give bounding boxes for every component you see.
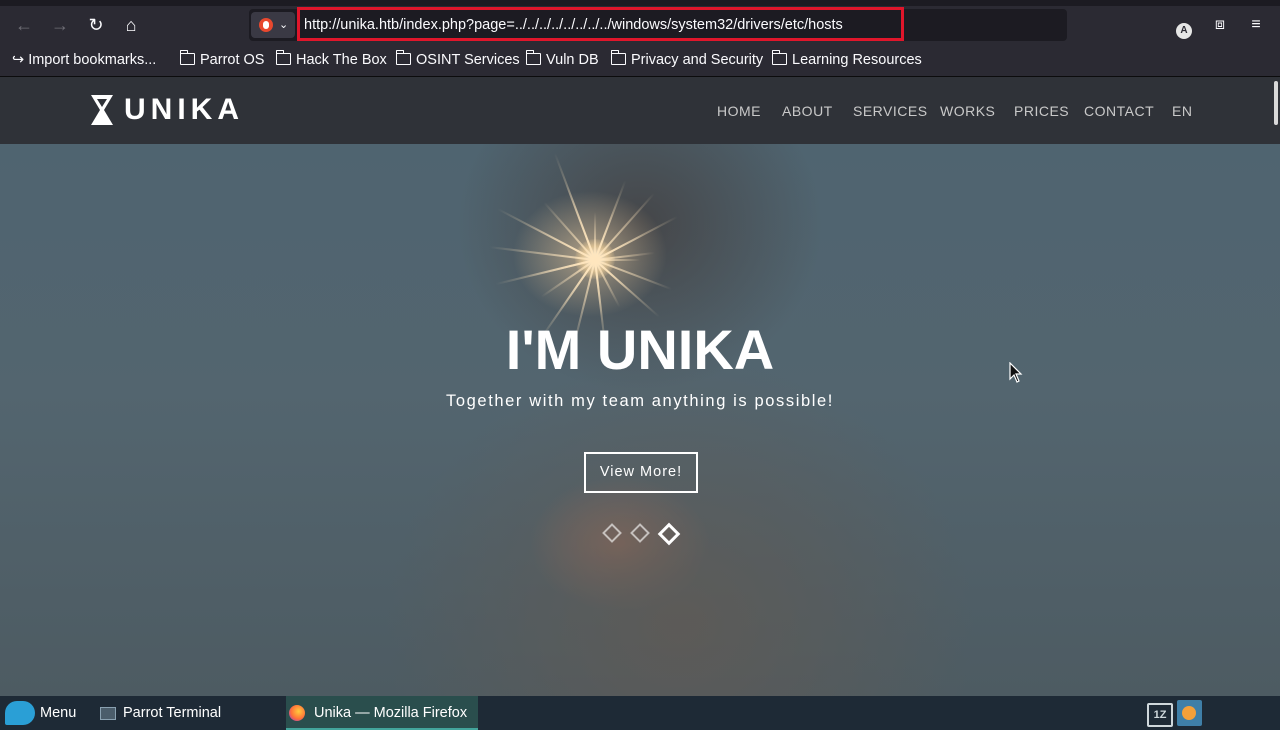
hero-subtitle: Together with my team anything is possib…	[446, 392, 834, 410]
bookmark-osint-services[interactable]: OSINT Services	[396, 50, 520, 70]
folder-icon	[396, 50, 411, 65]
bookmark-hack-the-box[interactable]: Hack The Box	[276, 50, 387, 70]
bookmark-privacy-security[interactable]: Privacy and Security	[611, 50, 763, 70]
folder-icon	[526, 50, 541, 65]
forward-icon[interactable]: →	[46, 12, 74, 38]
firefox-icon	[289, 705, 305, 721]
site-identity-button[interactable]: ⌄	[251, 12, 295, 38]
terminal-icon	[100, 707, 116, 720]
back-icon[interactable]: ←	[10, 12, 38, 38]
folder-icon	[276, 50, 291, 65]
nav-home[interactable]: HOME	[717, 101, 761, 121]
bookmarks-toolbar: ↪ Import bookmarks... Parrot OS Hack The…	[0, 44, 1280, 77]
site-header: UNIKA HOME ABOUT SERVICES WORKS PRICES C…	[0, 77, 1280, 144]
tray-app-icon[interactable]	[1177, 700, 1202, 726]
bookmark-import[interactable]: ↪ Import bookmarks...	[12, 50, 156, 70]
url-text[interactable]: http://unika.htb/index.php?page=../../..…	[304, 13, 843, 37]
tray-keyboard-icon[interactable]: 1Z	[1147, 703, 1173, 727]
hamburger-menu-icon[interactable]: ≡	[1245, 14, 1267, 36]
slide-dot-3[interactable]	[657, 522, 681, 546]
hero-title: I'M UNIKA	[505, 318, 775, 381]
reload-icon[interactable]: ↻	[82, 12, 110, 38]
bookmark-parrot-os[interactable]: Parrot OS	[180, 50, 264, 70]
slide-dot-1[interactable]	[602, 523, 622, 543]
sparkler-ray	[594, 192, 655, 261]
folder-icon	[772, 50, 787, 65]
nav-language[interactable]: EN	[1172, 101, 1192, 121]
import-icon: ↪	[12, 52, 29, 68]
desktop-taskbar: Menu Parrot Terminal Unika — Mozilla Fir…	[0, 696, 1280, 730]
folder-icon	[180, 50, 195, 65]
mouse-cursor-icon	[1009, 362, 1023, 383]
sparkler-ray	[543, 201, 596, 261]
search-engine-icon	[259, 18, 273, 32]
account-icon[interactable]: A	[1176, 23, 1192, 39]
extensions-icon[interactable]: ⧈	[1209, 14, 1231, 36]
taskbar-app-terminal[interactable]: Parrot Terminal	[123, 696, 221, 730]
nav-contact[interactable]: CONTACT	[1084, 101, 1154, 121]
site-logo[interactable]: UNIKA	[124, 93, 244, 127]
slide-dot-2[interactable]	[630, 523, 650, 543]
sparkler-ray	[594, 259, 661, 318]
nav-prices[interactable]: PRICES	[1014, 101, 1069, 121]
nav-about[interactable]: ABOUT	[782, 101, 833, 121]
page-scrollbar[interactable]	[1274, 81, 1278, 125]
home-icon[interactable]: ⌂	[117, 12, 145, 38]
hero-slider: I'M UNIKA Together with my team anything…	[0, 144, 1280, 696]
web-page: UNIKA HOME ABOUT SERVICES WORKS PRICES C…	[0, 77, 1280, 696]
chevron-down-icon: ⌄	[279, 19, 289, 31]
hourglass-logo-icon	[91, 95, 113, 125]
taskbar-menu-label[interactable]: Menu	[40, 696, 76, 730]
browser-toolbar: ← → ↻ ⌂ ⌄ http://unika.htb/index.php?pag…	[0, 6, 1280, 44]
view-more-button[interactable]: View More!	[584, 452, 698, 493]
taskbar-app-firefox[interactable]: Unika — Mozilla Firefox	[314, 696, 467, 730]
nav-services[interactable]: SERVICES	[853, 101, 928, 121]
folder-icon	[611, 50, 626, 65]
address-bar[interactable]: ⌄ http://unika.htb/index.php?page=../../…	[249, 7, 1067, 41]
bookmark-vuln-db[interactable]: Vuln DB	[526, 50, 599, 70]
parrot-menu-icon[interactable]	[5, 701, 35, 725]
bookmark-learning-resources[interactable]: Learning Resources	[772, 50, 922, 70]
nav-works[interactable]: WORKS	[940, 101, 995, 121]
